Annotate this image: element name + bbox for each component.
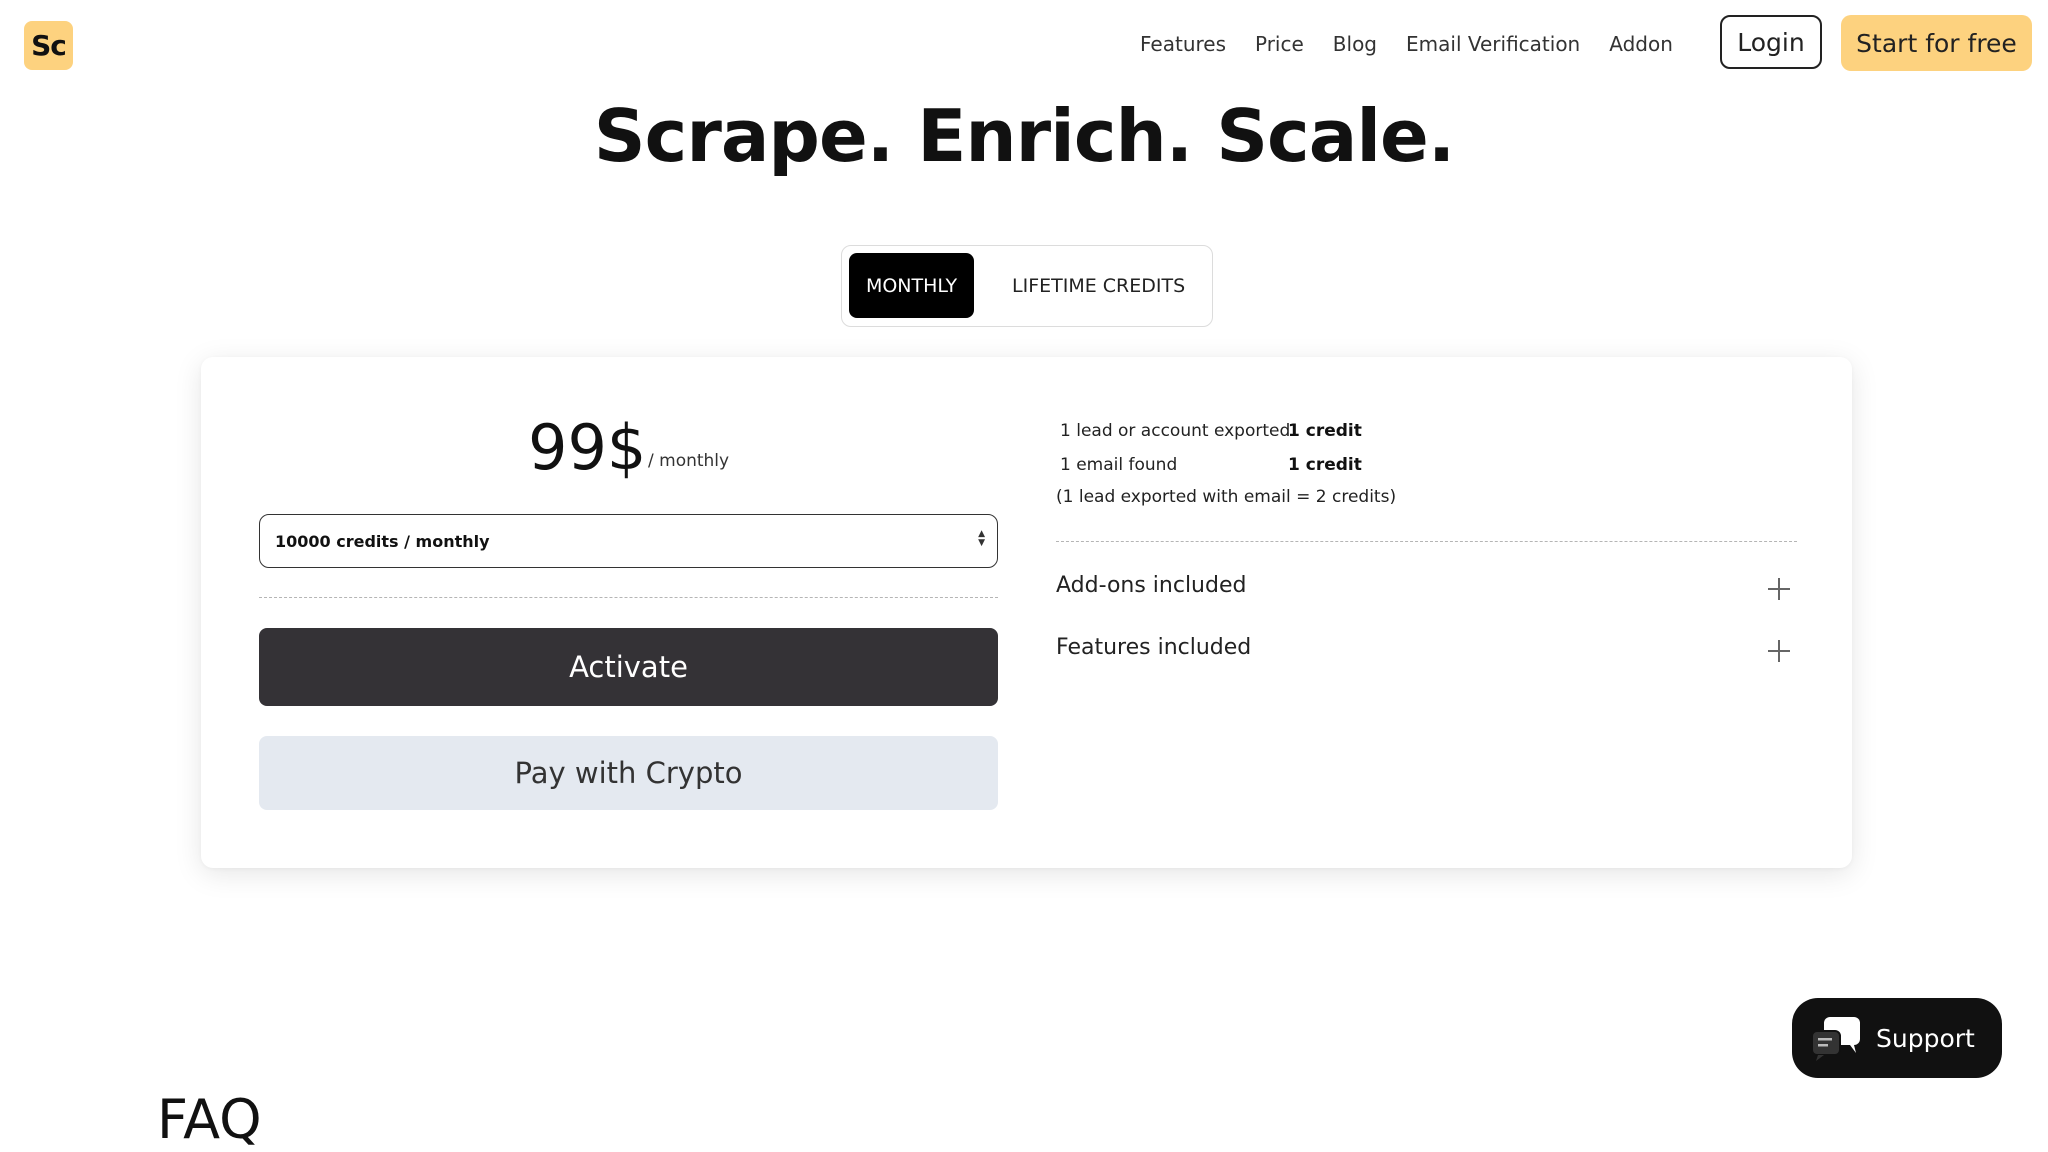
credit-row-label-email: 1 email found [1060,455,1178,475]
credit-note: (1 lead exported with email = 2 credits) [1056,487,1397,507]
divider-right [1056,541,1797,542]
nav-item-addon[interactable]: Addon [1609,32,1673,56]
pay-with-crypto-button[interactable]: Pay with Crypto [259,736,998,810]
nav-item-email-verification[interactable]: Email Verification [1406,32,1580,56]
accordion-features-label[interactable]: Features included [1056,635,1251,660]
start-for-free-button[interactable]: Start for free [1841,15,2032,71]
plan-price: 99$ [528,411,647,484]
nav-item-blog[interactable]: Blog [1333,32,1377,56]
credit-row-value-lead: 1 credit [1288,421,1362,441]
brand-logo[interactable]: Sc [24,21,73,70]
activate-button[interactable]: Activate [259,628,998,706]
accordion-addons-label[interactable]: Add-ons included [1056,573,1246,598]
login-button[interactable]: Login [1720,15,1822,69]
select-arrows-icon: ▲ ▼ [978,529,985,548]
logo-text: Sc [31,29,67,62]
credits-select-value: 10000 credits / monthly [275,531,490,551]
main-nav: Features Price Blog Email Verification A… [1140,30,1702,58]
plus-icon[interactable] [1768,578,1790,600]
chat-icon [1811,1017,1860,1061]
nav-item-price[interactable]: Price [1255,32,1304,56]
credits-select[interactable]: 10000 credits / monthly ▲ ▼ [259,514,998,568]
plus-icon[interactable] [1768,640,1790,662]
tab-monthly[interactable]: MONTHLY [849,253,974,318]
faq-title: FAQ [157,1088,262,1151]
credit-row-label-lead: 1 lead or account exported [1060,421,1291,441]
support-label: Support [1876,1023,1975,1053]
hero-title: Scrape. Enrich. Scale. [593,94,1455,178]
divider-left [259,597,998,598]
billing-toggle: MONTHLY LIFETIME CREDITS [841,245,1213,327]
credit-row-value-email: 1 credit [1288,455,1362,475]
plan-period: / monthly [648,451,730,471]
support-button[interactable]: Support [1792,998,2002,1078]
tab-lifetime-credits[interactable]: LIFETIME CREDITS [1012,253,1185,318]
nav-item-features[interactable]: Features [1140,32,1226,56]
